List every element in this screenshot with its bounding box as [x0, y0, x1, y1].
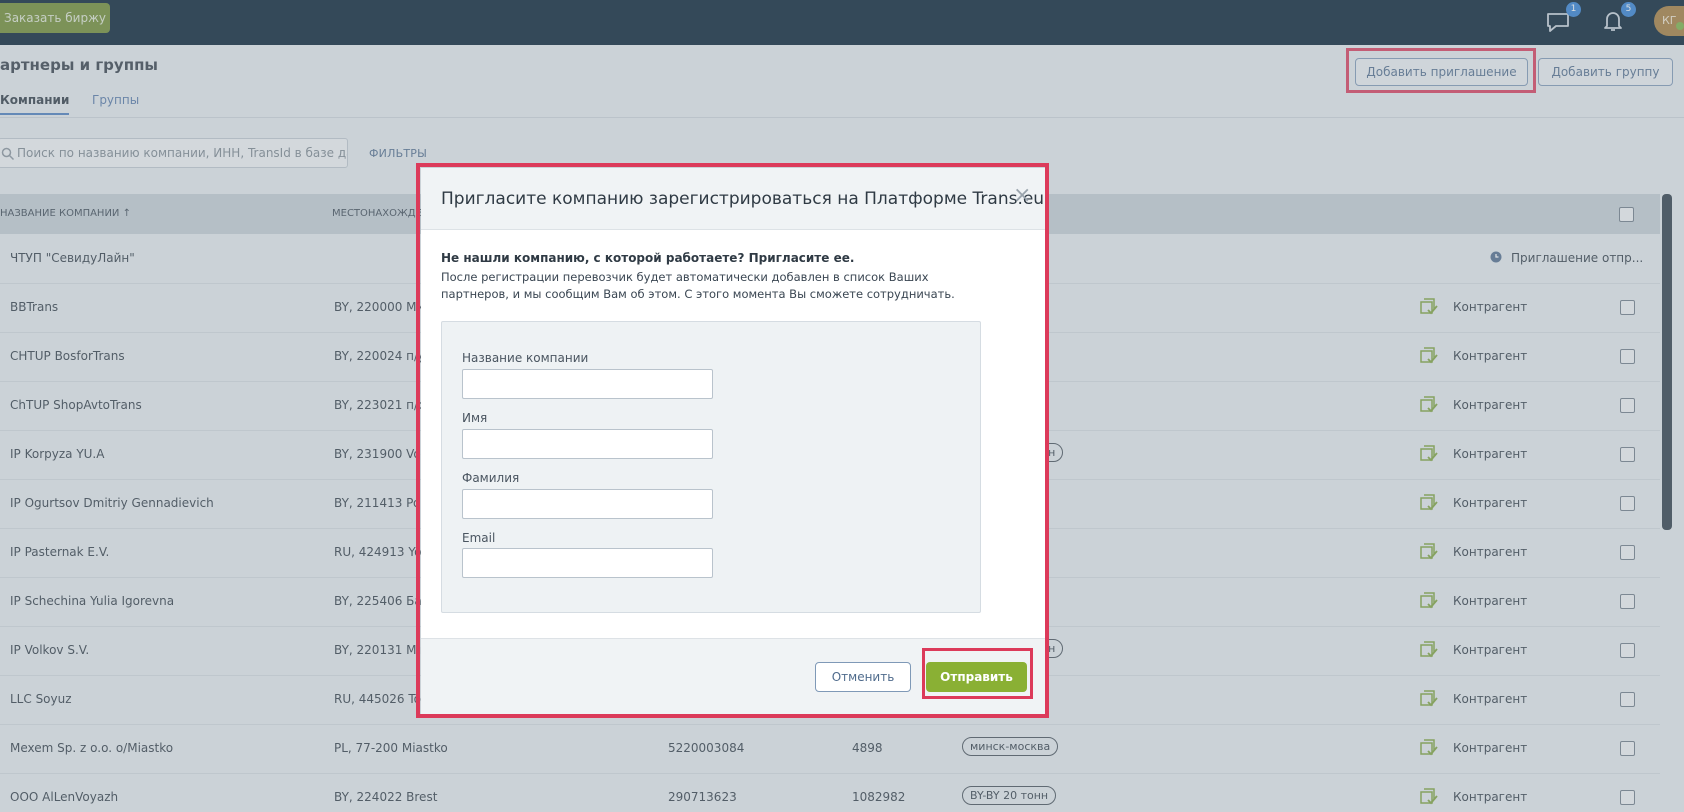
- last-name-input[interactable]: [462, 489, 713, 519]
- company-name-input[interactable]: [462, 369, 713, 399]
- send-highlight-frame: [922, 648, 1033, 699]
- modal-intro-heading: Не нашли компанию, с которой работаете? …: [441, 251, 855, 265]
- close-icon[interactable]: ×: [1013, 185, 1031, 207]
- first-name-input[interactable]: [462, 429, 713, 459]
- email-label: Email: [462, 531, 496, 545]
- invite-company-modal: Пригласите компанию зарегистрироваться н…: [421, 168, 1045, 714]
- last-name-label: Фамилия: [462, 471, 520, 485]
- modal-header: Пригласите компанию зарегистрироваться н…: [421, 168, 1045, 230]
- email-input[interactable]: [462, 548, 713, 578]
- company-name-label: Название компании: [462, 351, 589, 365]
- modal-intro-text: После регистрации перевозчик будет автом…: [441, 270, 955, 301]
- first-name-label: Имя: [462, 411, 488, 425]
- invite-form: Название компании Имя Фамилия Email: [441, 321, 981, 613]
- cancel-button[interactable]: Отменить: [815, 662, 911, 692]
- modal-title: Пригласите компанию зарегистрироваться н…: [441, 189, 1045, 209]
